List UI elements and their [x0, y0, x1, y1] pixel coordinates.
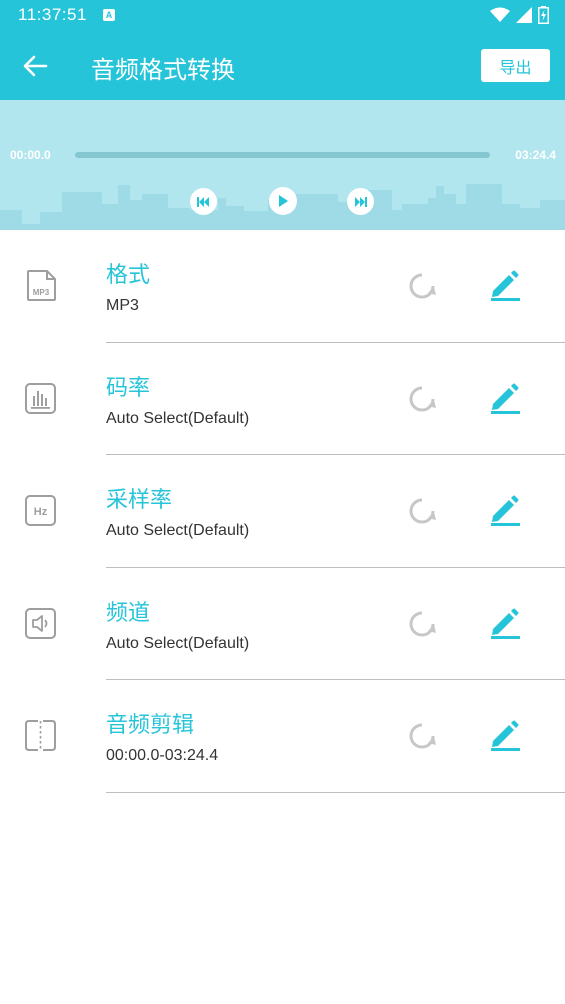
reset-icon[interactable] — [405, 494, 439, 528]
edit-pencil-icon[interactable] — [489, 493, 521, 527]
mp3-file-icon: MP3 — [27, 270, 56, 301]
skip-next-icon — [355, 196, 367, 207]
setting-row-sample-rate[interactable]: Hz 采样率 Auto Select(Default) — [0, 455, 565, 568]
edit-pencil-icon[interactable] — [489, 381, 521, 415]
system-icons — [490, 6, 549, 24]
reset-icon[interactable] — [405, 269, 439, 303]
edit-pencil-icon[interactable] — [489, 268, 521, 302]
wifi-icon — [490, 7, 510, 22]
app-bar: 音频格式转换 导出 — [0, 32, 565, 100]
setting-row-channel[interactable]: 频道 Auto Select(Default) — [0, 568, 565, 680]
bar-chart-icon — [25, 382, 56, 414]
signal-icon — [516, 7, 532, 23]
notification-badge: A — [103, 9, 115, 21]
reset-icon[interactable] — [405, 382, 439, 416]
current-time: 00:00.0 — [10, 148, 51, 162]
svg-text:Hz: Hz — [34, 506, 48, 518]
setting-value: 00:00.0-03:24.4 — [106, 747, 219, 764]
setting-row-format[interactable]: MP3 格式 MP3 — [0, 230, 565, 343]
setting-label: 音频剪辑 — [106, 713, 195, 738]
total-time: 03:24.4 — [515, 148, 556, 162]
reset-icon[interactable] — [405, 719, 439, 753]
play-button[interactable] — [269, 187, 297, 215]
setting-value: MP3 — [106, 297, 139, 314]
audio-player: 00:00.0 03:24.4 — [0, 100, 565, 230]
play-icon — [279, 195, 288, 207]
edit-pencil-icon[interactable] — [489, 606, 521, 640]
setting-value: Auto Select(Default) — [106, 522, 250, 539]
split-icon — [25, 720, 56, 751]
setting-value: Auto Select(Default) — [106, 409, 250, 427]
skip-next-button[interactable] — [347, 188, 374, 215]
speaker-icon — [25, 607, 56, 639]
setting-label: 码率 — [106, 375, 151, 401]
svg-text:MP3: MP3 — [33, 288, 50, 297]
skip-previous-icon — [197, 196, 209, 207]
row-divider — [106, 791, 565, 793]
page-title: 音频格式转换 — [91, 56, 235, 84]
settings-list: MP3 格式 MP3 码率 Auto Select(Default) Hz 采样… — [0, 230, 565, 793]
progress-slider[interactable] — [75, 152, 490, 158]
setting-label: 采样率 — [106, 488, 173, 513]
edit-pencil-icon[interactable] — [489, 718, 521, 752]
reset-icon[interactable] — [405, 607, 439, 641]
skip-previous-button[interactable] — [190, 188, 217, 215]
status-bar: 11:37:51 A — [0, 0, 565, 32]
setting-label: 格式 — [106, 263, 151, 288]
setting-row-audio-trim[interactable]: 音频剪辑 00:00.0-03:24.4 — [0, 680, 565, 793]
setting-value: Auto Select(Default) — [106, 634, 250, 652]
hz-icon: Hz — [25, 495, 56, 526]
setting-row-bitrate[interactable]: 码率 Auto Select(Default) — [0, 343, 565, 455]
setting-label: 频道 — [106, 600, 151, 626]
arrow-left-icon[interactable] — [22, 53, 48, 79]
battery-charging-icon — [538, 6, 549, 24]
export-button[interactable]: 导出 — [481, 49, 550, 82]
status-time: 11:37:51 — [18, 5, 87, 24]
